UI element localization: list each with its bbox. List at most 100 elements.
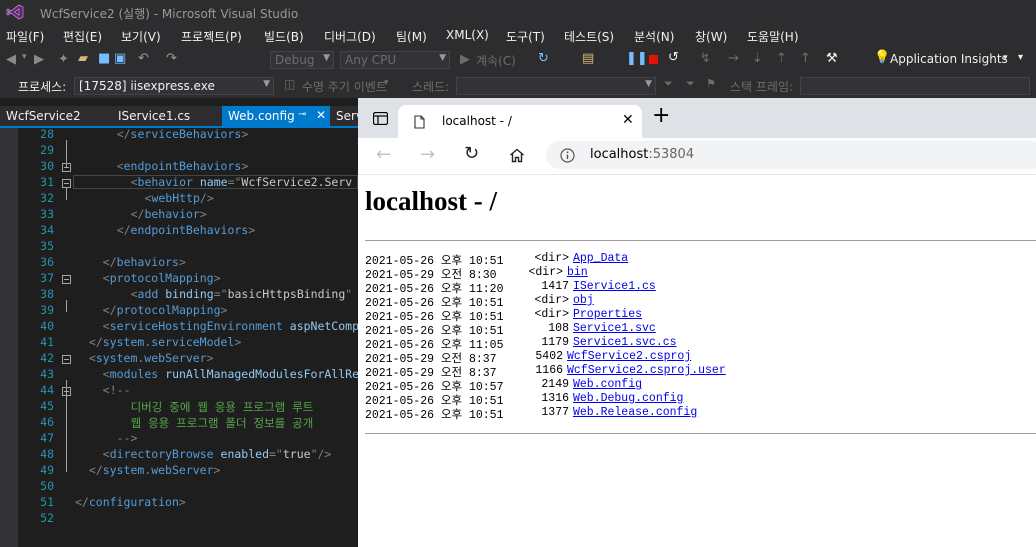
stack-frame-select[interactable] — [800, 77, 1030, 95]
browser-tab[interactable]: localhost - / ✕ — [398, 105, 642, 138]
stack-frame-label: 스택 프레임: — [730, 80, 794, 94]
code-line: <!-- — [103, 383, 131, 397]
solution-configuration-select[interactable]: Debug ▼ — [270, 51, 334, 69]
chevron-down-icon[interactable]: ▾ — [384, 78, 389, 88]
code-token: </ — [102, 303, 117, 317]
code-token: system.serviceModel — [102, 335, 235, 349]
fold-toggle-icon[interactable] — [62, 179, 71, 188]
thread-select[interactable]: ▼ — [456, 77, 656, 95]
entry-link[interactable]: Web.config — [573, 378, 642, 391]
bottom-divider — [365, 433, 1036, 434]
code-token: behaviors — [116, 255, 179, 269]
menu-test[interactable]: 테스트(S) — [564, 28, 614, 45]
code-token: < — [130, 175, 138, 189]
back-icon[interactable]: ← — [376, 144, 391, 165]
code-token: </ — [102, 255, 117, 269]
tab-wcfservice2[interactable]: WcfService2 — [0, 106, 87, 126]
entry-link[interactable]: WcfService2.csproj — [567, 350, 691, 363]
code-token: </ — [88, 335, 103, 349]
menu-window[interactable]: 창(W) — [695, 28, 727, 45]
tab-iservice1-cs[interactable]: IService1.cs — [112, 106, 196, 126]
chevron-down-icon[interactable]: ▾ — [1003, 53, 1008, 63]
code-editor[interactable]: 28 </serviceBehaviors> 29 30 <endpointBehavi… — [0, 128, 358, 547]
show-next-statement-icon[interactable]: ↯ — [700, 51, 711, 66]
code-token: < — [116, 159, 124, 173]
menu-xml[interactable]: XML(X) — [446, 28, 489, 42]
application-insights-button[interactable]: Application Insights — [890, 52, 1008, 66]
browser-link-icon[interactable]: ▤ — [582, 51, 594, 66]
save-all-icon[interactable]: ▣ — [114, 51, 126, 66]
dropdown-arrow-icon[interactable]: ▾ — [22, 52, 27, 62]
site-info-icon[interactable] — [560, 148, 575, 163]
entry-link[interactable]: WcfService2.csproj.user — [567, 364, 726, 377]
continue-play-icon[interactable]: ▶ — [460, 52, 470, 67]
menu-build[interactable]: 빌드(B) — [264, 28, 304, 45]
code-token: > — [234, 335, 242, 349]
address-host: localhost — [590, 147, 649, 162]
navigate-forward-icon[interactable]: ▶ — [34, 52, 44, 67]
menu-help[interactable]: 도움말(H) — [747, 28, 799, 45]
code-line: </behavior> — [131, 207, 207, 221]
flag-thread-icon[interactable]: ⏷ — [664, 77, 673, 91]
entry-link[interactable]: Web.Debug.config — [573, 392, 683, 405]
new-project-icon[interactable]: ✦ — [58, 52, 69, 67]
menu-view[interactable]: 보기(V) — [121, 28, 161, 45]
redo-icon[interactable]: ↷ — [166, 51, 177, 66]
close-icon[interactable]: ✕ — [316, 108, 326, 122]
reload-icon[interactable]: ↻ — [464, 143, 479, 164]
refresh-icon[interactable]: ↻ — [538, 51, 549, 66]
lifecycle-events-icon[interactable]: ◫ — [284, 77, 295, 91]
new-tab-icon[interactable]: + — [652, 105, 670, 127]
solution-platform-select[interactable]: Any CPU ▼ — [340, 51, 450, 69]
step-out-icon[interactable]: ⇡ — [776, 51, 787, 66]
process-select[interactable]: [17528] iisexpress.exe ▼ — [74, 77, 274, 95]
pause-icon[interactable]: ❚❚ — [626, 51, 648, 66]
navigate-back-icon[interactable]: ◀ — [6, 52, 16, 67]
restart-icon[interactable]: ↺ — [668, 50, 679, 65]
entry-link[interactable]: Properties — [573, 308, 642, 321]
window-title: WcfService2 (실행) - Microsoft Visual Stud… — [40, 7, 299, 21]
entry-link[interactable]: IService1.cs — [573, 280, 656, 293]
fold-toggle-icon[interactable] — [62, 275, 71, 284]
close-tab-icon[interactable]: ✕ — [622, 112, 634, 128]
forward-icon[interactable]: → — [420, 144, 435, 165]
entry-link[interactable]: App_Data — [573, 252, 628, 265]
menu-debug[interactable]: 디버그(D) — [324, 28, 376, 45]
menu-tools[interactable]: 도구(T) — [506, 28, 545, 45]
entry-link[interactable]: bin — [567, 266, 588, 279]
menu-edit[interactable]: 편집(E) — [63, 28, 102, 45]
address-bar[interactable]: localhost:53804 — [546, 141, 1036, 169]
step-over-icon[interactable]: ⇣ — [752, 51, 763, 66]
step-up-icon[interactable]: ↑ — [800, 51, 811, 66]
menu-team[interactable]: 팀(M) — [396, 28, 427, 45]
entry-link[interactable]: Service1.svc.cs — [573, 336, 677, 349]
entry-link[interactable]: Service1.svc — [573, 322, 656, 335]
tab-web-config[interactable]: Web.config ⊸ ✕ — [222, 106, 330, 126]
open-folder-icon[interactable]: ▰ — [78, 51, 88, 66]
entry-link[interactable]: obj — [573, 294, 594, 307]
home-icon[interactable] — [509, 148, 525, 163]
show-flagged-icon[interactable]: ⚑ — [706, 77, 716, 90]
toolbar-options-icon[interactable]: ▾ — [1018, 52, 1023, 63]
entry-link[interactable]: Web.Release.config — [573, 406, 697, 419]
code-line: --> — [117, 431, 138, 445]
step-into-icon[interactable]: → — [728, 51, 739, 66]
save-icon[interactable]: ■ — [98, 51, 110, 66]
undo-icon[interactable]: ↶ — [138, 51, 149, 66]
tab-actions-icon[interactable] — [373, 112, 388, 125]
lifecycle-events-button[interactable]: 수명 주기 이벤트 — [302, 78, 387, 95]
continue-button[interactable]: 계속(C) — [476, 52, 516, 69]
line-number: 52 — [40, 511, 54, 525]
fold-toggle-icon[interactable] — [62, 355, 71, 364]
filter-threads-icon[interactable]: ⏷ — [686, 77, 695, 91]
menu-project[interactable]: 프로젝트(P) — [181, 28, 242, 45]
diagnostics-icon[interactable]: ⚒ — [826, 51, 838, 66]
menu-analyze[interactable]: 분석(N) — [634, 28, 674, 45]
code-token: > — [213, 463, 221, 477]
entry-size: <dir> — [534, 294, 569, 307]
stop-icon[interactable] — [649, 55, 658, 64]
code-token: protocolMapping — [116, 303, 221, 317]
menu-file[interactable]: 파일(F) — [6, 28, 44, 45]
pin-icon[interactable]: ⊸ — [298, 109, 306, 120]
